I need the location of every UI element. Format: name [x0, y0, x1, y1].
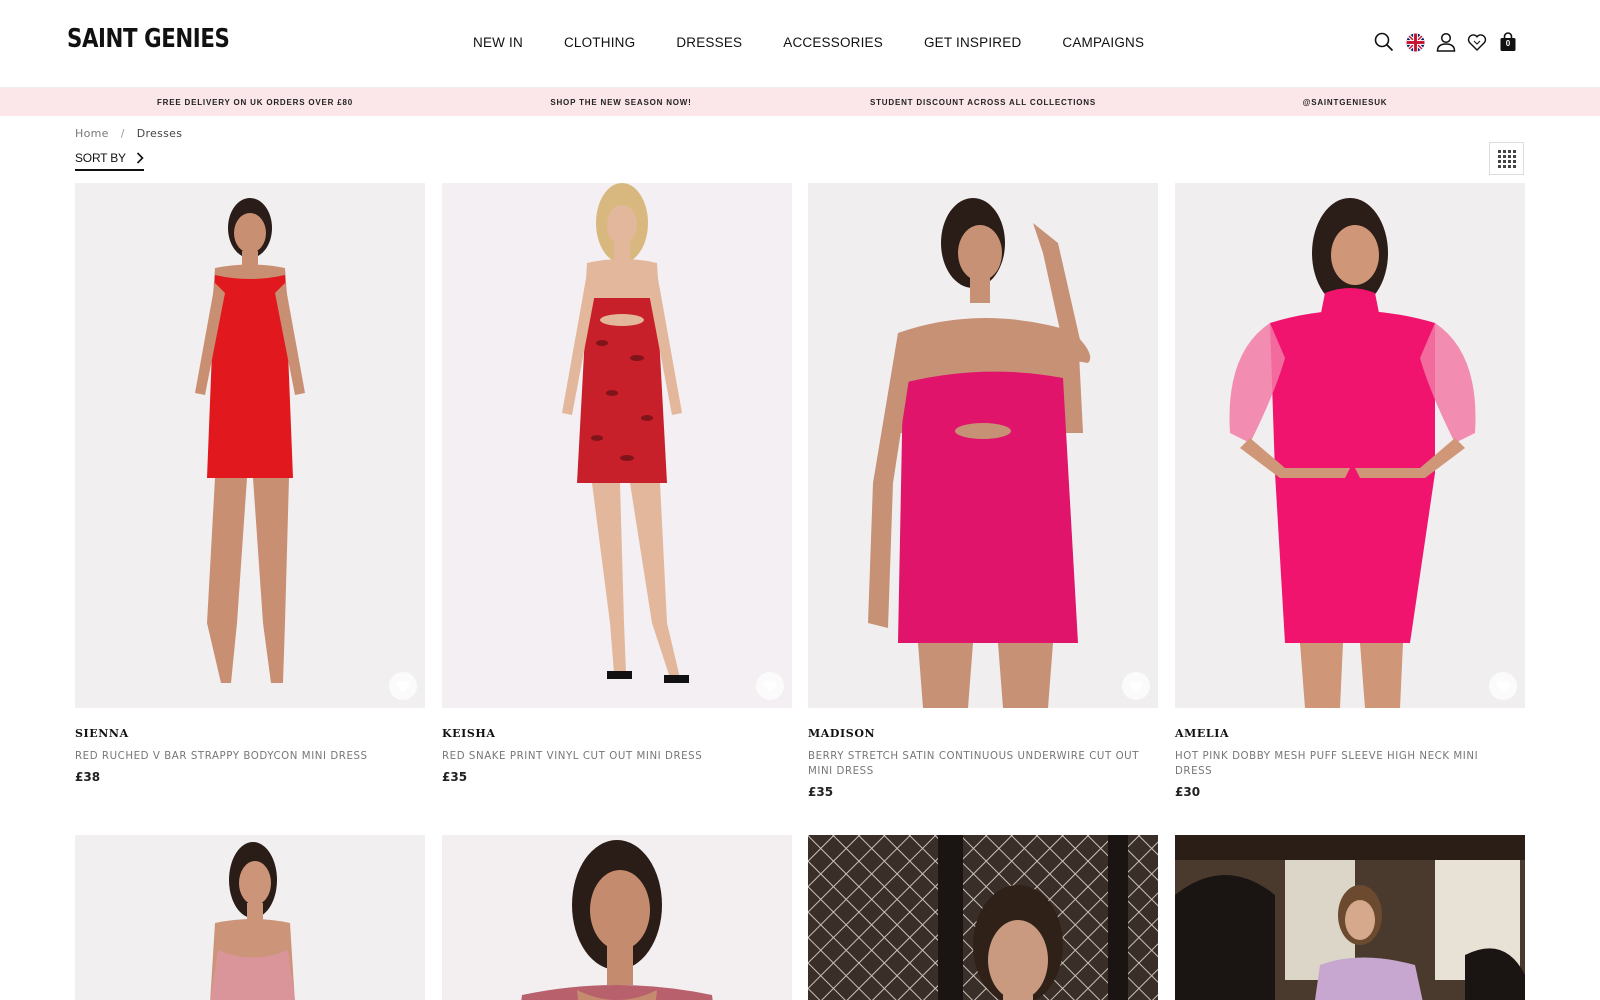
product-image[interactable]	[808, 835, 1158, 1000]
nav-item-dresses[interactable]: DRESSES	[676, 35, 742, 50]
header-icons: 0	[1372, 30, 1520, 54]
product-name[interactable]: SIENNA	[75, 727, 129, 740]
heart-icon	[396, 680, 410, 692]
uk-flag-icon[interactable]	[1403, 30, 1427, 54]
promo-free-delivery[interactable]: FREE DELIVERY ON UK ORDERS OVER £80	[0, 98, 440, 107]
product-image[interactable]	[808, 183, 1158, 708]
grid-view-toggle[interactable]	[1489, 142, 1524, 175]
product-name[interactable]: KEISHA	[442, 727, 496, 740]
site-header: SAINT GENIES NEW IN CLOTHING DRESSES ACC…	[0, 0, 1600, 88]
nav-item-campaigns[interactable]: CAMPAIGNS	[1062, 35, 1144, 50]
breadcrumb-separator: /	[120, 127, 125, 140]
product-name[interactable]: MADISON	[808, 727, 875, 740]
product-image[interactable]	[75, 835, 425, 1000]
product-description[interactable]: RED RUCHED V BAR STRAPPY BODYCON MINI DR…	[75, 748, 419, 763]
brand-logo[interactable]: SAINT GENIES	[67, 24, 230, 54]
nav-item-new-in[interactable]: NEW IN	[473, 35, 523, 50]
heart-icon[interactable]	[1465, 30, 1489, 54]
user-icon[interactable]	[1434, 30, 1458, 54]
product-description[interactable]: RED SNAKE PRINT VINYL CUT OUT MINI DRESS	[442, 748, 786, 763]
nav-item-get-inspired[interactable]: GET INSPIRED	[924, 35, 1021, 50]
main-nav: NEW IN CLOTHING DRESSES ACCESSORIES GET …	[473, 35, 1144, 50]
sort-by-button[interactable]: SORT BY	[75, 151, 144, 171]
breadcrumb: Home / Dresses	[75, 127, 182, 140]
promo-bar: FREE DELIVERY ON UK ORDERS OVER £80 SHOP…	[0, 88, 1600, 116]
product-price: £35	[808, 785, 834, 799]
nav-item-clothing[interactable]: CLOTHING	[564, 35, 635, 50]
product-image[interactable]	[1175, 835, 1525, 1000]
promo-new-season[interactable]: SHOP THE NEW SEASON NOW!	[440, 98, 802, 107]
product-price: £35	[442, 770, 468, 784]
breadcrumb-current: Dresses	[136, 127, 183, 140]
bag-count: 0	[1505, 39, 1511, 48]
product-price: £38	[75, 770, 101, 784]
product-image[interactable]	[442, 835, 792, 1000]
product-description[interactable]: BERRY STRETCH SATIN CONTINUOUS UNDERWIRE…	[808, 748, 1152, 778]
search-icon[interactable]	[1372, 30, 1396, 54]
promo-student-discount[interactable]: STUDENT DISCOUNT ACROSS ALL COLLECTIONS	[802, 98, 1164, 107]
wishlist-button[interactable]	[389, 672, 417, 700]
promo-instagram[interactable]: @SAINTGENIESUK	[1164, 98, 1526, 107]
product-price: £30	[1175, 785, 1201, 799]
breadcrumb-home[interactable]: Home	[75, 127, 109, 140]
product-description[interactable]: HOT PINK DOBBY MESH PUFF SLEEVE HIGH NEC…	[1175, 748, 1519, 778]
wishlist-button[interactable]	[1489, 672, 1517, 700]
sort-by-label: SORT BY	[75, 151, 126, 165]
product-image[interactable]	[442, 183, 792, 708]
product-image[interactable]	[1175, 183, 1525, 708]
product-name[interactable]: AMELIA	[1175, 727, 1229, 740]
nav-item-accessories[interactable]: ACCESSORIES	[783, 35, 883, 50]
wishlist-button[interactable]	[1122, 672, 1150, 700]
wishlist-button[interactable]	[756, 672, 784, 700]
product-image[interactable]	[75, 183, 425, 708]
heart-icon	[1129, 680, 1143, 692]
chevron-right-icon	[136, 152, 144, 164]
grid-icon	[1497, 149, 1516, 168]
heart-icon	[1496, 680, 1510, 692]
heart-icon	[763, 680, 777, 692]
shopping-bag-icon[interactable]: 0	[1496, 30, 1520, 54]
